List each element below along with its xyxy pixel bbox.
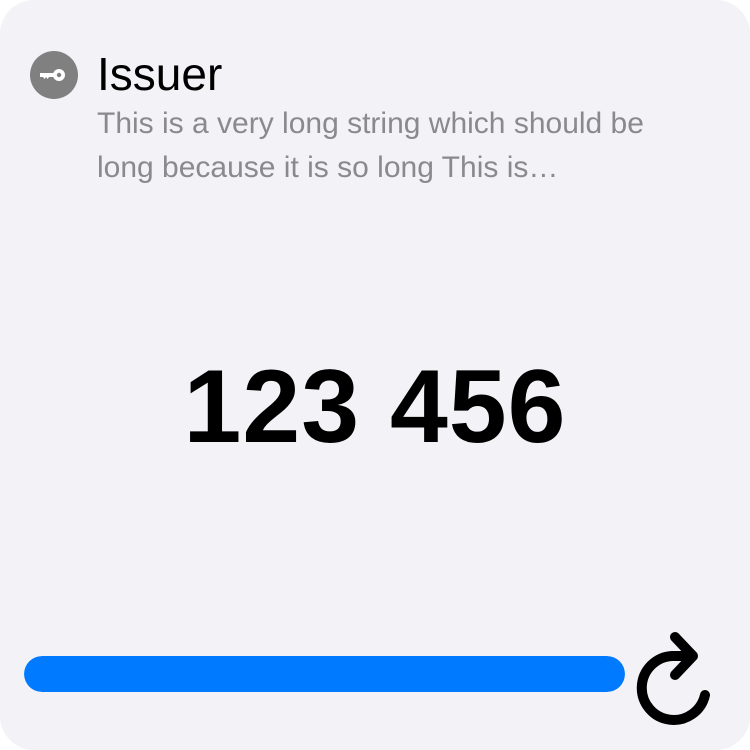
account-description: This is a very long string which should …: [97, 107, 644, 184]
key-icon: [30, 51, 78, 99]
time-remaining-progress: [24, 656, 625, 692]
refresh-icon[interactable]: [635, 625, 725, 725]
otp-card: Issuer This is a very long string which …: [0, 0, 750, 750]
progress-fill: [24, 656, 625, 692]
otp-code[interactable]: 123 456: [0, 352, 750, 462]
issuer-title: Issuer: [97, 48, 223, 100]
